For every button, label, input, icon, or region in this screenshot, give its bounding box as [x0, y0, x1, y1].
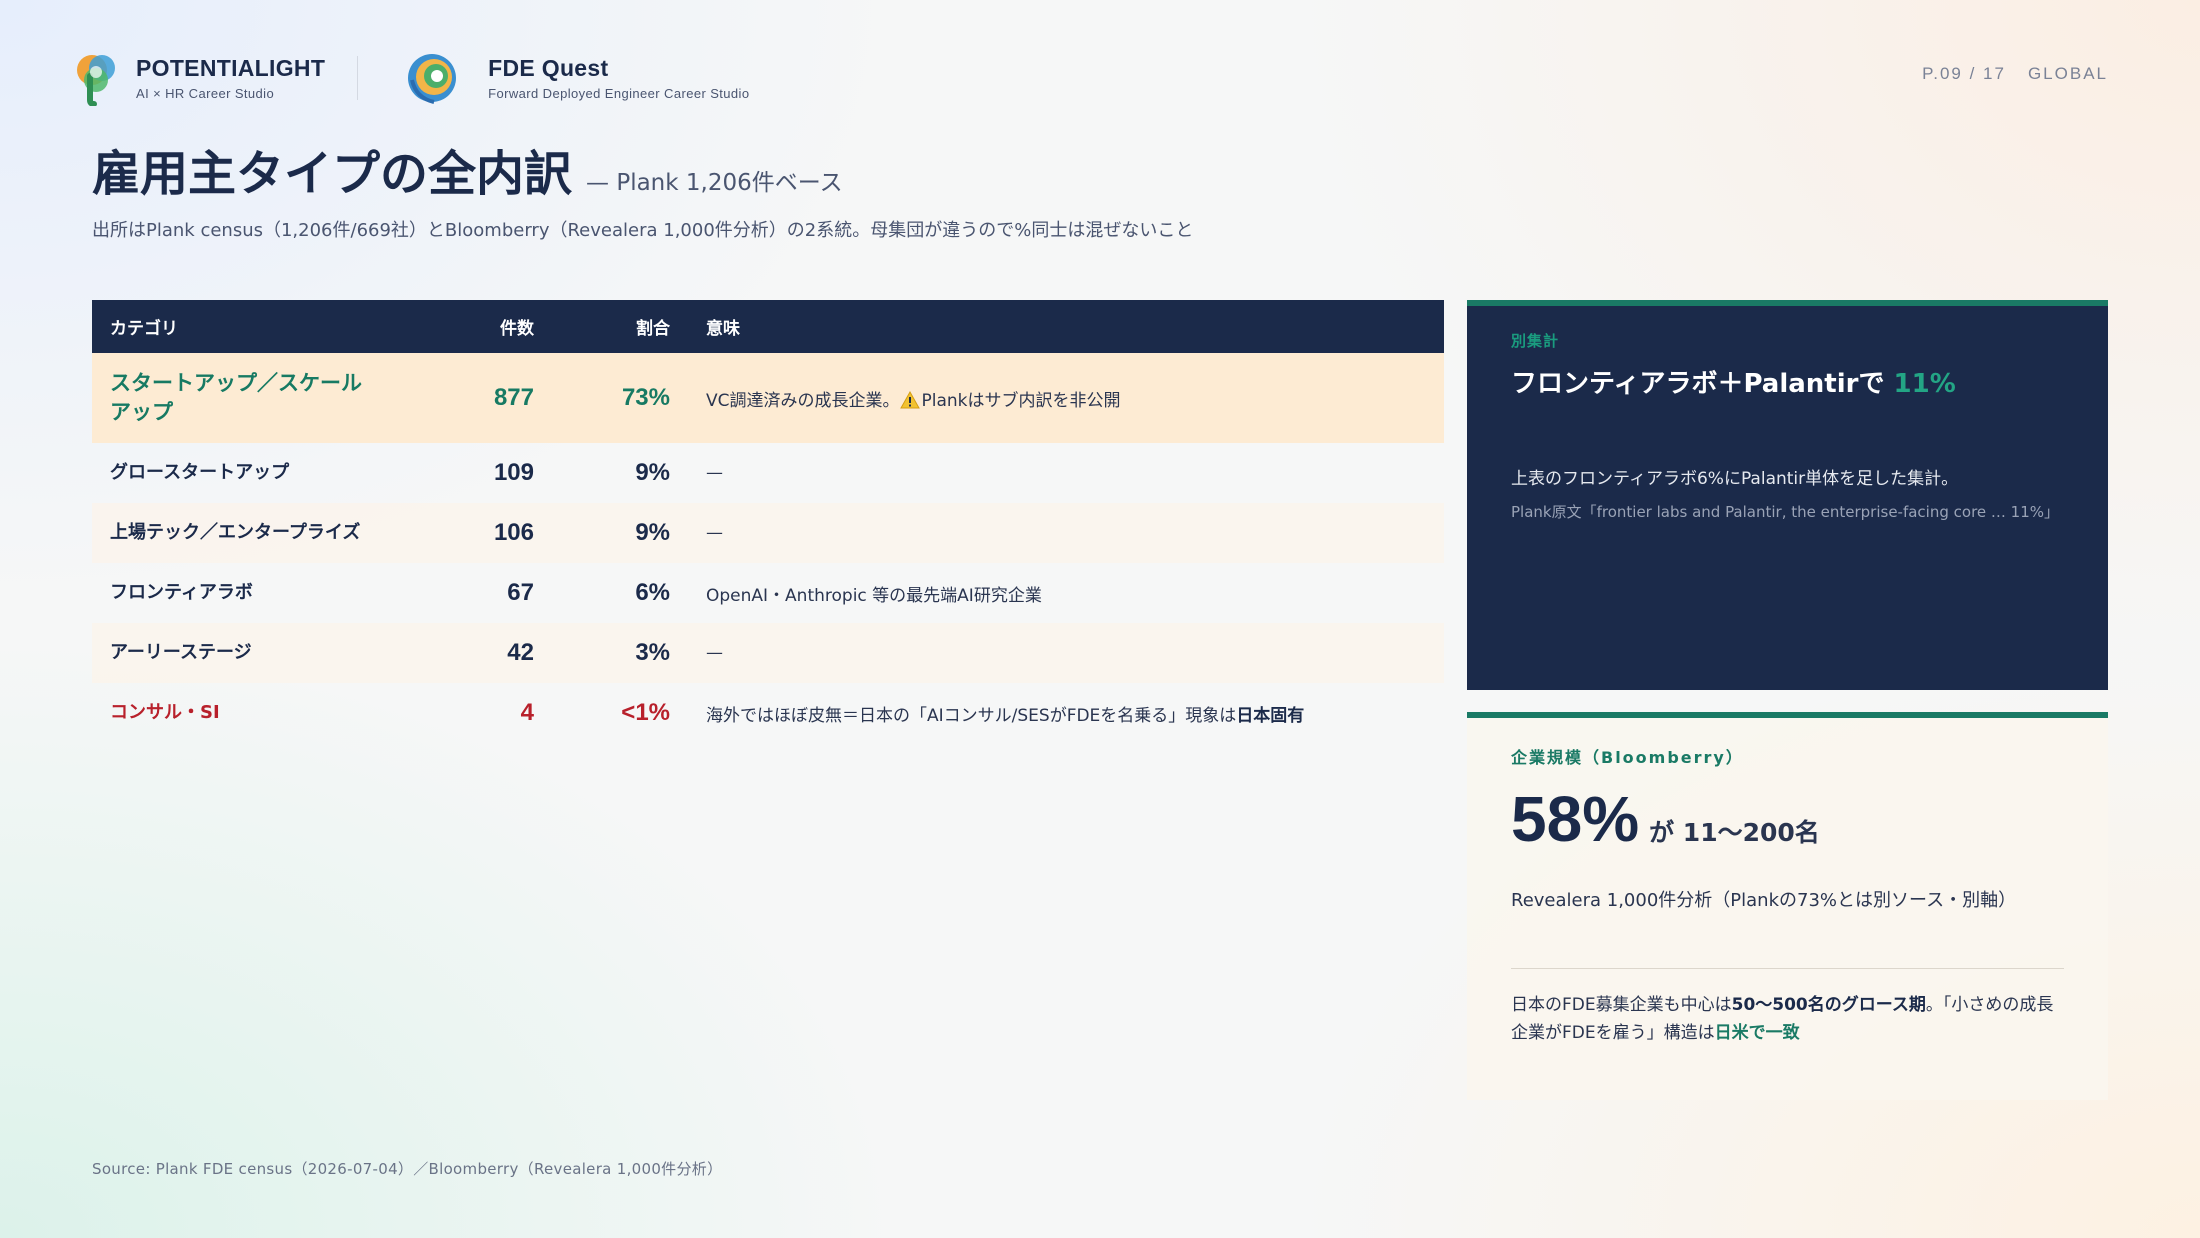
aggregate-heading: フロンティアラボ＋Palantirで 11%	[1511, 363, 2064, 400]
row-count: 67	[507, 579, 534, 606]
aggregate-note: Plank原文「frontier labs and Palantir, the …	[1511, 503, 2060, 521]
row-category: 上場テック／エンタープライズ	[110, 522, 361, 544]
table-row: 上場テック／エンタープライズ 106 9% —	[92, 503, 1444, 563]
row-meaning: VC調達済みの成長企業。 Plankはサブ内訳を非公開	[670, 386, 1444, 411]
page-number: P.09 / 17	[1922, 64, 2006, 83]
table-header: カテゴリ 件数 割合 意味	[92, 300, 1444, 353]
row-category: スタートアップ／スケールアップ	[110, 370, 362, 424]
row-share: 9%	[635, 519, 670, 546]
company-size-stat: 58% が 11〜200名	[1511, 782, 2064, 856]
table-row: アーリーステージ 42 3% —	[92, 623, 1444, 683]
row-meaning: OpenAI・Anthropic 等の最先端AI研究企業	[706, 585, 1042, 606]
product-tagline: Forward Deployed Engineer Career Studio	[488, 86, 750, 101]
row-count: 42	[507, 639, 534, 666]
page-title-sub: — Plank 1,206件ベース	[586, 170, 843, 196]
company-size-value: 58%	[1511, 783, 1640, 855]
aggregate-kicker: 別集計	[1511, 332, 1560, 350]
brand-potentialight[interactable]: POTENTIALIGHT AI × HR Career Studio	[72, 50, 325, 106]
row-share: 73%	[621, 384, 670, 411]
row-share: 9%	[635, 459, 670, 486]
row-meaning-text: VC調達済みの成長企業。	[706, 390, 900, 411]
page-title: 雇用主タイプの全内訳	[92, 146, 573, 202]
aggregate-body: 上表のフロンティアラボ6%にPalantir単体を足した集計。	[1511, 469, 1959, 489]
row-share: 6%	[635, 579, 670, 606]
row-meaning: —	[706, 643, 723, 663]
employer-type-table: カテゴリ 件数 割合 意味 スタートアップ／スケールアップ 877 73% VC…	[92, 300, 1444, 743]
column-header-count: 件数	[500, 319, 534, 339]
row-meaning: —	[706, 463, 723, 483]
column-header-share: 割合	[636, 319, 670, 339]
row-count: 109	[493, 459, 534, 486]
row-category: グロースタートアップ	[110, 462, 290, 484]
company-size-desc: Revealera 1,000件分析（Plankの73%とは別ソース・別軸）	[1511, 890, 2017, 911]
aggregate-heading-text: フロンティアラボ＋Palantirで	[1511, 369, 1885, 399]
table-row: スタートアップ／スケールアップ 877 73% VC調達済みの成長企業。 Plan…	[92, 353, 1444, 443]
table-row: フロンティアラボ 67 6% OpenAI・Anthropic 等の最先端AI研…	[92, 563, 1444, 623]
brand-tagline: AI × HR Career Studio	[136, 86, 275, 101]
row-meaning-emphasis: 日本固有	[1236, 705, 1305, 726]
potentialight-logo-icon	[77, 55, 115, 106]
row-category: コンサル・SI	[110, 702, 220, 724]
card-divider	[1511, 968, 2064, 969]
product-name: FDE Quest	[488, 55, 609, 81]
brand-fde-quest[interactable]: FDE Quest Forward Deployed Engineer Care…	[400, 50, 749, 106]
row-meaning-note: Plankはサブ内訳を非公開	[921, 390, 1121, 411]
footnote-emphasis: 50〜500名のグロース期	[1731, 995, 1926, 1015]
brand-name: POTENTIALIGHT	[136, 55, 326, 81]
row-meaning: —	[706, 523, 723, 543]
row-category: アーリーステージ	[110, 642, 252, 664]
company-size-kicker: 企業規模（Bloomberry）	[1511, 748, 1744, 767]
row-share: 3%	[635, 639, 670, 666]
row-meaning-text: 海外ではほぼ皮無＝日本の「AIコンサル/SESがFDEを名乗る」現象は	[706, 705, 1237, 726]
row-count: 877	[493, 384, 534, 411]
row-meaning: 海外ではほぼ皮無＝日本の「AIコンサル/SESがFDEを名乗る」現象は日本固有	[670, 701, 1444, 726]
company-size-footnote: 日本のFDE募集企業も中心は50〜500名のグロース期。「小さめの成長企業がFD…	[1511, 991, 2064, 1047]
table-row: コンサル・SI 4 <1% 海外ではほぼ皮無＝日本の「AIコンサル/SESがFD…	[92, 683, 1444, 743]
company-size-unit: が 11〜200名	[1649, 818, 1820, 847]
column-header-category: カテゴリ	[110, 319, 178, 339]
column-header-meaning: 意味	[706, 319, 740, 339]
warning-icon	[899, 390, 920, 408]
source-note: Source: Plank FDE census（2026-07-04）／Blo…	[92, 1160, 723, 1178]
aggregate-card: 別集計 フロンティアラボ＋Palantirで 11% 上表のフロンティアラボ6%…	[1467, 300, 2108, 690]
company-size-card: 企業規模（Bloomberry） 58% が 11〜200名 Revealera…	[1467, 712, 2108, 1100]
row-count: 106	[493, 519, 534, 546]
footnote-highlight: 日米で一致	[1714, 1023, 1800, 1044]
title-row: 雇用主タイプの全内訳 — Plank 1,206件ベース	[92, 134, 843, 204]
region-label: GLOBAL	[2027, 64, 2108, 83]
fde-quest-logo-icon	[408, 54, 457, 104]
header-divider	[357, 56, 359, 100]
page-indicator: P.09 / 17 GLOBAL	[1922, 64, 2108, 84]
header: POTENTIALIGHT AI × HR Career Studio FDE …	[72, 48, 749, 108]
row-count: 4	[520, 699, 534, 726]
row-share: <1%	[621, 699, 670, 726]
row-category: フロンティアラボ	[110, 582, 253, 604]
table-row: グロースタートアップ 109 9% —	[92, 443, 1444, 503]
footnote-text: 日本のFDE募集企業も中心は	[1511, 995, 1732, 1015]
aggregate-heading-value: 11%	[1893, 369, 1956, 399]
page-subtitle: 出所はPlank census（1,206件/669社）とBloomberry（…	[92, 220, 1194, 241]
